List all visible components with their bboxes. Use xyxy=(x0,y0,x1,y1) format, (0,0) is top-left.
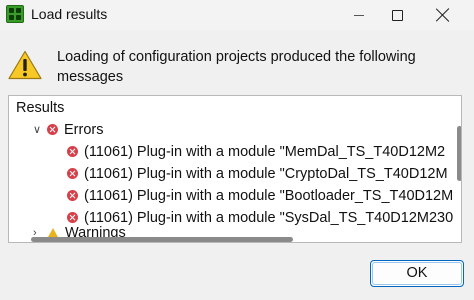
error-message: (11061) Plug-in with a module "MemDal_TS… xyxy=(84,144,446,160)
error-message: (11061) Plug-in with a module "CryptoDal… xyxy=(84,166,448,182)
results-tree[interactable]: Results ∨ Errors (11061) Plug-in with a m… xyxy=(8,95,462,243)
app-icon xyxy=(6,5,24,23)
warning-small-icon xyxy=(47,227,59,237)
results-label: Results xyxy=(16,100,65,116)
window-title: Load results xyxy=(31,6,108,22)
errors-group-label: Errors xyxy=(64,122,104,138)
title-bar: Load results xyxy=(0,0,474,30)
minimize-icon xyxy=(354,14,364,16)
error-icon xyxy=(67,211,78,223)
errors-group-node[interactable]: ∨ Errors xyxy=(33,120,103,140)
list-item[interactable]: (11061) Plug-in with a module "Bootloade… xyxy=(67,186,453,206)
vertical-scrollbar-thumb[interactable] xyxy=(457,126,461,181)
error-icon xyxy=(67,189,78,201)
error-icon xyxy=(47,123,58,135)
warning-icon xyxy=(8,50,42,80)
error-icon xyxy=(67,167,78,179)
warnings-group-label: Warnings xyxy=(65,225,126,237)
error-icon xyxy=(67,145,78,157)
maximize-button[interactable] xyxy=(374,0,420,30)
list-item[interactable]: (11061) Plug-in with a module "MemDal_TS… xyxy=(67,142,445,162)
error-message: (11061) Plug-in with a module "SysDal_TS… xyxy=(84,210,454,226)
list-item[interactable]: (11061) Plug-in with a module "CryptoDal… xyxy=(67,164,448,184)
warnings-group-node[interactable]: › Warnings xyxy=(33,223,126,237)
close-button[interactable] xyxy=(420,0,466,30)
close-icon xyxy=(436,8,450,22)
results-root: Results xyxy=(16,98,64,118)
maximize-icon xyxy=(391,9,403,21)
horizontal-scrollbar-thumb[interactable] xyxy=(31,237,293,242)
error-message: (11061) Plug-in with a module "Bootloade… xyxy=(84,188,454,204)
ok-button[interactable]: OK xyxy=(370,260,464,287)
message-text: Loading of configuration projects produc… xyxy=(57,49,416,85)
chevron-down-icon[interactable]: ∨ xyxy=(33,120,47,140)
chevron-right-icon[interactable]: › xyxy=(33,223,47,237)
